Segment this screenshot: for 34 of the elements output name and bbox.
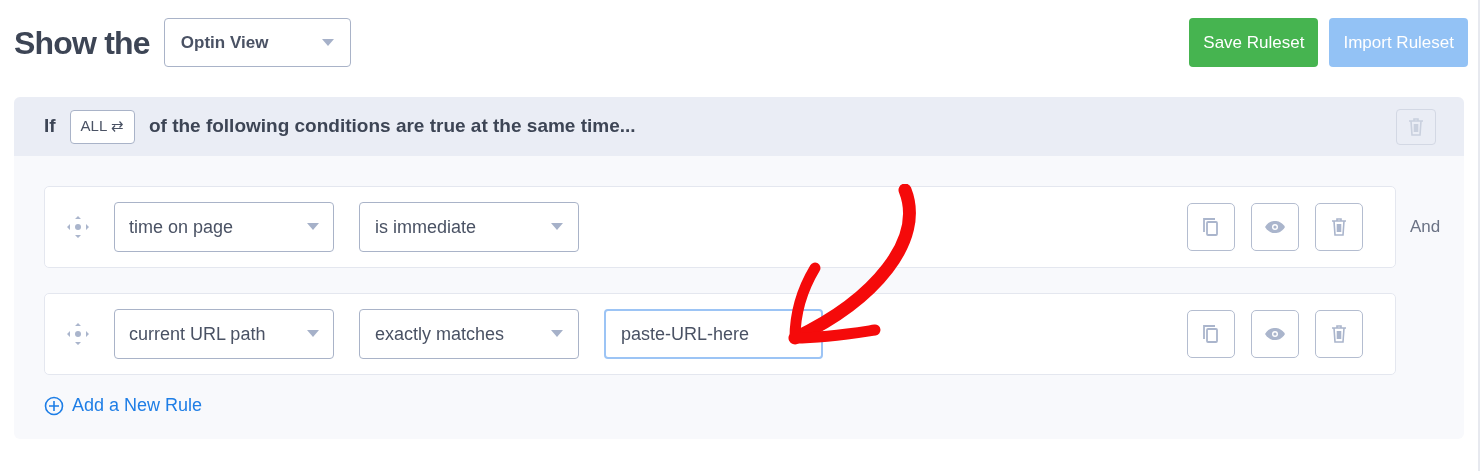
move-icon[interactable] [66, 215, 90, 239]
delete-button[interactable] [1315, 203, 1363, 251]
duplicate-button[interactable] [1187, 310, 1235, 358]
delete-button[interactable] [1315, 310, 1363, 358]
copy-icon [1202, 217, 1220, 237]
trash-icon [1331, 217, 1347, 237]
eye-icon [1265, 221, 1285, 233]
field-select[interactable]: current URL path [114, 309, 334, 359]
eye-icon [1265, 328, 1285, 340]
move-icon[interactable] [66, 322, 90, 346]
preview-button[interactable] [1251, 203, 1299, 251]
plus-circle-icon [44, 395, 64, 416]
caret-icon [307, 330, 319, 338]
preview-button[interactable] [1251, 310, 1299, 358]
condition-text: of the following conditions are true at the same time... [148, 114, 636, 139]
add-rule-link[interactable]: Add a New Rule [44, 392, 203, 419]
caret-icon [307, 223, 319, 231]
page-title: Show the [14, 23, 150, 63]
operator-select[interactable]: exactly matches [359, 309, 579, 359]
caret-icon [551, 330, 563, 338]
duplicate-button[interactable] [1187, 203, 1235, 251]
match-toggle[interactable]: ALL ⇄ [69, 109, 135, 144]
operator-select[interactable]: is immediate [359, 202, 579, 252]
view-select[interactable]: Optin View [163, 18, 351, 67]
caret-icon [321, 38, 334, 47]
connector-label: And [1410, 216, 1441, 239]
delete-group-button[interactable] [1396, 108, 1436, 145]
trash-icon [1331, 324, 1347, 344]
field-select[interactable]: time on page [114, 202, 334, 252]
trash-icon [1408, 116, 1424, 137]
if-label: If [44, 114, 56, 139]
caret-icon [551, 223, 563, 231]
copy-icon [1202, 324, 1220, 344]
value-input[interactable]: paste-URL-here [604, 309, 823, 359]
